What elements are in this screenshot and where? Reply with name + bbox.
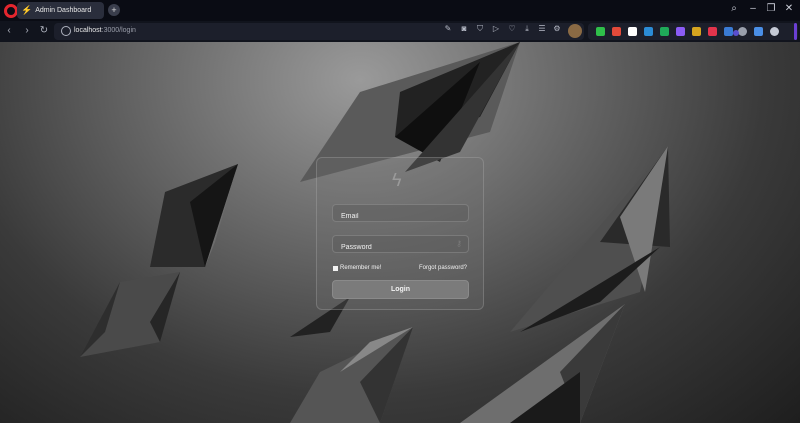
opera-logo-icon[interactable] xyxy=(4,3,18,18)
extension-11-icon[interactable] xyxy=(754,27,763,36)
url-text: localhost:3000/login xyxy=(74,27,136,34)
camera-icon[interactable]: ◙ xyxy=(459,24,469,33)
extension-10-icon[interactable] xyxy=(738,27,747,36)
sidebar-accent xyxy=(794,23,797,40)
url-field[interactable]: localhost:3000/login xyxy=(54,23,584,40)
tab-title: Admin Dashboard xyxy=(35,7,92,14)
minimize-icon[interactable]: – xyxy=(746,3,760,14)
globe-icon xyxy=(61,26,71,36)
bolt-logo-icon: ϟ xyxy=(392,170,402,190)
password-field-wrapper: ⚷ xyxy=(332,235,469,256)
reload-icon[interactable]: ↻ xyxy=(38,25,50,36)
extension-4-icon[interactable] xyxy=(644,27,653,36)
remember-checkbox[interactable] xyxy=(333,265,338,271)
extension-6-icon[interactable] xyxy=(676,27,685,36)
extension-9-icon[interactable] xyxy=(724,27,733,36)
bolt-favicon-icon: ⚡ xyxy=(21,5,33,15)
url-host: localhost xyxy=(74,27,102,34)
extension-2-icon[interactable] xyxy=(612,27,621,36)
remember-label: Remember me! xyxy=(340,265,382,271)
heart-icon[interactable]: ♡ xyxy=(507,24,517,33)
settings-icon[interactable]: ⚙ xyxy=(552,24,562,33)
search-tabs-icon[interactable]: ⌕ xyxy=(727,3,741,14)
restore-icon[interactable]: ❐ xyxy=(764,3,778,14)
key-icon[interactable]: ⚷ xyxy=(456,239,462,248)
extension-8-icon[interactable] xyxy=(708,27,717,36)
forgot-password-link[interactable]: Forgot password? xyxy=(419,265,467,271)
extension-badge xyxy=(733,30,739,36)
tab-admin-dashboard[interactable]: ⚡ Admin Dashboard xyxy=(17,2,104,19)
new-tab-button[interactable]: + xyxy=(108,4,120,16)
email-field-wrapper xyxy=(332,204,469,225)
extension-5-icon[interactable] xyxy=(660,27,669,36)
extension-3-icon[interactable] xyxy=(628,27,637,36)
password-input[interactable] xyxy=(333,239,468,256)
forward-icon[interactable]: › xyxy=(21,25,33,36)
download-icon[interactable]: ⤓ xyxy=(522,24,532,34)
extension-1-icon[interactable] xyxy=(596,27,605,36)
extension-12-icon[interactable] xyxy=(770,27,779,36)
edit-icon[interactable]: ✎ xyxy=(443,24,453,33)
email-input[interactable] xyxy=(333,208,468,225)
tab-bar: ⚡ Admin Dashboard + ⌕ – ❐ ✕ xyxy=(0,0,800,21)
easy-setup-icon[interactable]: ☰ xyxy=(537,24,547,33)
url-path: :3000/login xyxy=(101,27,136,34)
back-icon[interactable]: ‹ xyxy=(3,25,15,36)
login-card: ϟ ⚷ Remember me! Forgot password? Login xyxy=(316,157,484,310)
avatar[interactable] xyxy=(568,24,582,38)
extensions-bar xyxy=(588,23,798,40)
address-toolbar: ‹ › ↻ localhost:3000/login ✎ ◙ ⛉ ▷ ♡ ⤓ ☰… xyxy=(0,21,800,42)
play-icon[interactable]: ▷ xyxy=(491,24,501,33)
page-viewport: ϟ ⚷ Remember me! Forgot password? Login xyxy=(0,42,800,423)
login-button[interactable]: Login xyxy=(332,280,469,299)
close-window-icon[interactable]: ✕ xyxy=(782,3,796,14)
remember-me[interactable]: Remember me! xyxy=(333,265,381,271)
shield-icon[interactable]: ⛉ xyxy=(475,24,485,34)
extension-7-icon[interactable] xyxy=(692,27,701,36)
